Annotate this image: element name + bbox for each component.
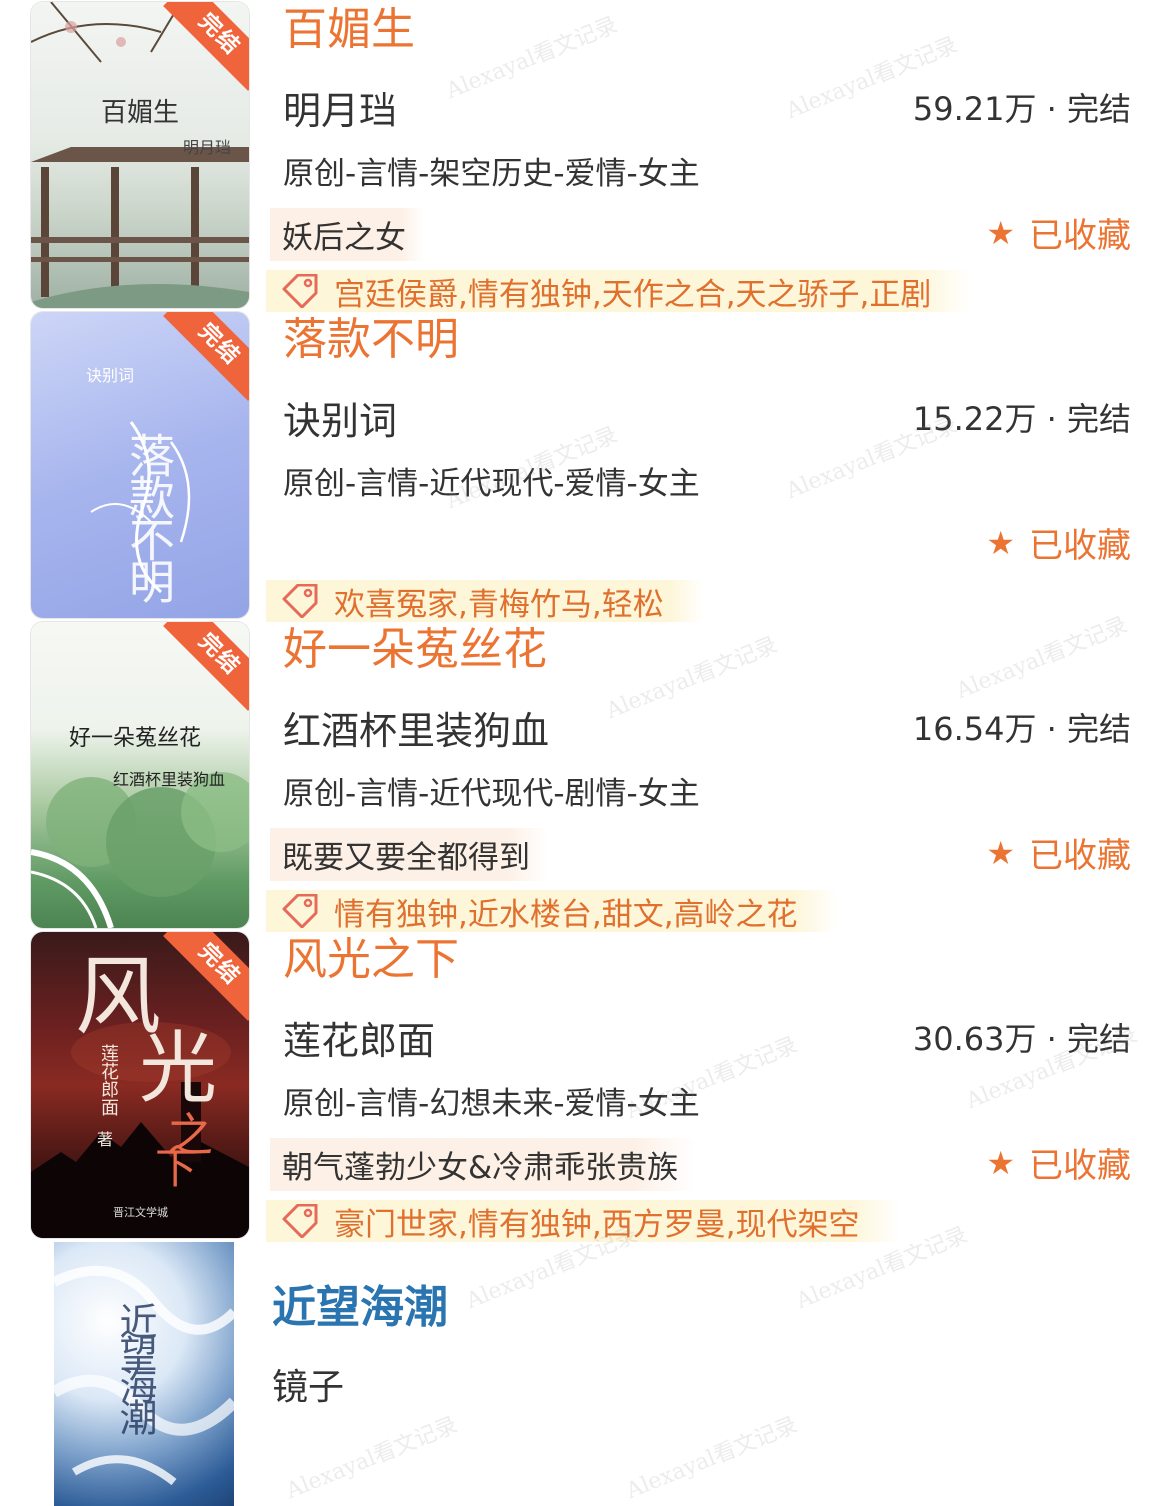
book-tags: 情有独钟,近水楼台,甜文,高岭之花 <box>266 890 838 933</box>
star-icon: ★ <box>986 1143 1015 1182</box>
book-stats: 15.22万 · 完结 <box>912 400 1131 438</box>
favorite-label: 已收藏 <box>1029 1146 1131 1186</box>
book-tags: 豪门世家,情有独钟,西方罗曼,现代架空 <box>266 1200 900 1243</box>
book-author[interactable]: 莲花郎面 <box>283 1010 435 1065</box>
book-tags: 欢喜冤家,青梅竹马,轻松 <box>266 580 704 623</box>
book-category: 原创-言情-近代现代-爱情-女主 <box>283 466 700 502</box>
book-item[interactable]: 风 光 之 下 莲花郎面 著 晋江文学城 完结 风光之下 莲花郎面 30.63万… <box>0 932 1162 1243</box>
book-stats: 30.63万 · 完结 <box>912 1020 1131 1058</box>
book-item[interactable]: 好一朵菟丝花 红酒杯里装狗血 完结 好一朵菟丝花 红酒杯里装狗血 16.54万 … <box>0 622 1162 933</box>
cover-publisher: 晋江文学城 <box>113 1206 168 1219</box>
cover-author: 明月珰 <box>183 138 232 157</box>
book-title[interactable]: 近望海潮 <box>272 1282 448 1335</box>
book-cover[interactable]: 百媚生 明月珰 完结 <box>31 2 249 308</box>
book-title[interactable]: 百媚生 <box>283 4 415 57</box>
tags-text: 情有独钟,近水楼台,甜文,高岭之花 <box>334 896 798 933</box>
book-author[interactable]: 镜子 <box>272 1358 344 1410</box>
tags-text: 欢喜冤家,青梅竹马,轻松 <box>334 586 664 623</box>
book-intro: 妖后之女 <box>270 208 424 261</box>
favorite-button[interactable]: ★ 已收藏 <box>986 1138 1131 1187</box>
book-title[interactable]: 风光之下 <box>283 934 459 987</box>
book-author[interactable]: 明月珰 <box>283 80 397 135</box>
cover-byline: 著 <box>97 1130 114 1149</box>
cover-title: 近望海潮 <box>113 1302 157 1430</box>
book-tags: 宫廷侯爵,情有独钟,天作之合,天之骄子,正剧 <box>266 270 972 313</box>
book-stats: 59.21万 · 完结 <box>912 90 1131 128</box>
book-title[interactable]: 落款不明 <box>283 314 459 367</box>
cover-title: 百媚生 <box>101 98 180 128</box>
book-cover[interactable]: 近望海潮 <box>54 1242 234 1506</box>
tag-icon <box>282 274 318 308</box>
book-category: 原创-言情-架空历史-爱情-女主 <box>283 156 700 192</box>
book-stats: 16.54万 · 完结 <box>912 710 1131 748</box>
book-cover[interactable]: 好一朵菟丝花 红酒杯里装狗血 完结 <box>31 622 249 928</box>
favorite-button[interactable]: ★ 已收藏 <box>986 828 1131 877</box>
tags-text: 豪门世家,情有独钟,西方罗曼,现代架空 <box>334 1206 860 1243</box>
book-item[interactable]: 百媚生 明月珰 完结 百媚生 明月珰 59.21万 · 完结 原创-言情-架空历… <box>0 2 1162 313</box>
tags-text: 宫廷侯爵,情有独钟,天作之合,天之骄子,正剧 <box>334 276 932 313</box>
tag-icon <box>282 584 318 618</box>
cover-author: 红酒杯里装狗血 <box>113 770 226 789</box>
cover-title: 落款不明 <box>122 432 176 600</box>
favorite-label: 已收藏 <box>1029 526 1131 566</box>
cover-title: 好一朵菟丝花 <box>69 726 202 751</box>
cover-title: 下 <box>155 1144 198 1193</box>
book-author[interactable]: 红酒杯里装狗血 <box>283 700 549 755</box>
favorite-label: 已收藏 <box>1029 216 1131 256</box>
book-intro: 朝气蓬勃少女&冷肃乖张贵族 <box>270 1138 697 1191</box>
book-author[interactable]: 诀别词 <box>283 390 397 445</box>
book-intro: 既要又要全都得到 <box>270 828 548 881</box>
book-category: 原创-言情-幻想未来-爱情-女主 <box>283 1086 700 1122</box>
cover-title: 光 <box>139 1024 218 1114</box>
star-icon: ★ <box>986 523 1015 562</box>
book-item[interactable]: 诀别词 落款不明 完结 落款不明 诀别词 15.22万 · 完结 原创-言情-近… <box>0 312 1162 623</box>
tag-icon <box>282 1204 318 1238</box>
tag-icon <box>282 894 318 928</box>
star-icon: ★ <box>986 833 1015 872</box>
cover-author: 莲花郎面 <box>98 1044 119 1116</box>
favorite-label: 已收藏 <box>1029 836 1131 876</box>
favorite-button[interactable]: ★ 已收藏 <box>986 518 1131 567</box>
book-cover[interactable]: 风 光 之 下 莲花郎面 著 晋江文学城 完结 <box>31 932 249 1238</box>
book-cover[interactable]: 诀别词 落款不明 完结 <box>31 312 249 618</box>
book-title[interactable]: 好一朵菟丝花 <box>283 624 547 677</box>
book-item[interactable]: 近望海潮 近望海潮 镜子 <box>0 1242 1162 1506</box>
cover-author: 诀别词 <box>86 366 135 385</box>
book-category: 原创-言情-近代现代-剧情-女主 <box>283 776 700 812</box>
star-icon: ★ <box>986 213 1015 252</box>
favorite-button[interactable]: ★ 已收藏 <box>986 208 1131 257</box>
